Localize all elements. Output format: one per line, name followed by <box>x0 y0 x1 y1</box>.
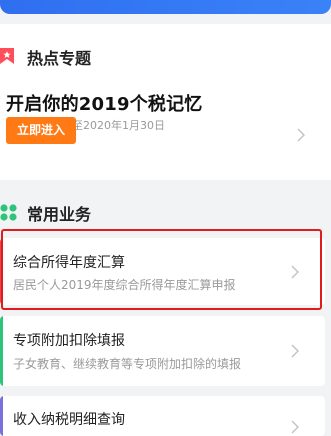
promo-title: 开启你的2019个税记忆 <box>6 94 203 115</box>
chevron-right-icon[interactable] <box>291 344 299 358</box>
selection-highlight-box <box>1 229 322 310</box>
common-services-title: 常用业务 <box>27 205 92 224</box>
ribbon-star-icon <box>0 48 14 64</box>
enter-now-button[interactable]: 立即进入 <box>6 117 76 144</box>
service-name: 专项附加扣除填报 <box>13 333 125 349</box>
service-card-special-deductions[interactable]: 专项附加扣除填报 子女教育、继续教育等专项附加扣除的填报 <box>0 316 325 386</box>
card-accent-bar <box>0 396 3 436</box>
card-accent-bar <box>0 316 3 386</box>
hot-topics-header: 热点专题 <box>0 40 331 72</box>
top-banner-edge <box>0 0 331 14</box>
common-services-header: 常用业务 <box>0 196 331 228</box>
service-description: 子女教育、继续教育等专项附加扣除的填报 <box>13 357 242 371</box>
service-card-income-tax-query[interactable]: 收入纳税明细查询 <box>0 396 325 436</box>
hot-topics-title: 热点专题 <box>27 49 92 68</box>
four-dot-grid-icon <box>0 204 17 221</box>
top-banner-strip <box>0 0 331 24</box>
chevron-right-icon[interactable] <box>291 420 299 434</box>
service-name: 收入纳税明细查询 <box>13 412 125 428</box>
hot-topics-card: 热点专题 开启你的2019个税记忆 所有数据截止至2020年1月30日 <box>0 24 331 180</box>
chevron-right-icon[interactable] <box>297 128 305 142</box>
